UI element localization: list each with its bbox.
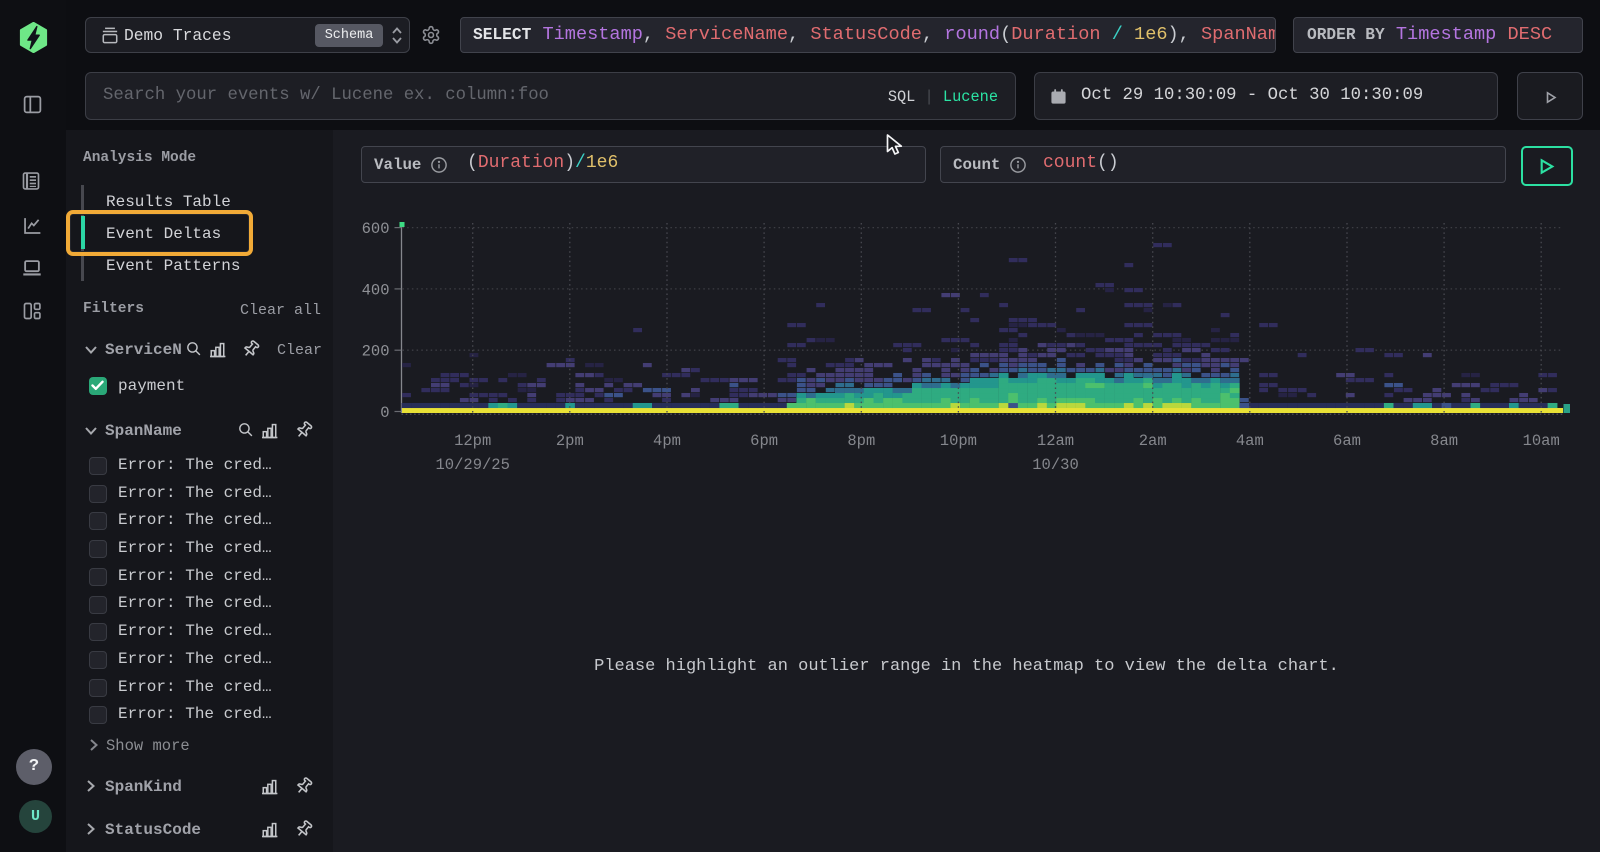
svg-text:2am: 2am — [1139, 432, 1167, 450]
svg-text:6am: 6am — [1333, 432, 1361, 450]
svg-text:10pm: 10pm — [940, 432, 977, 450]
svg-text:12pm: 12pm — [454, 432, 491, 450]
svg-text:12am: 12am — [1037, 432, 1074, 450]
svg-text:8pm: 8pm — [847, 432, 875, 450]
svg-text:400: 400 — [362, 281, 390, 299]
svg-text:4am: 4am — [1236, 432, 1264, 450]
svg-text:10am: 10am — [1523, 432, 1560, 450]
svg-text:2pm: 2pm — [556, 432, 584, 450]
svg-text:6pm: 6pm — [750, 432, 778, 450]
svg-text:8am: 8am — [1430, 432, 1458, 450]
svg-text:4pm: 4pm — [653, 432, 681, 450]
svg-text:10/30: 10/30 — [1032, 456, 1079, 474]
svg-text:10/29/25: 10/29/25 — [435, 456, 509, 474]
svg-text:600: 600 — [362, 220, 390, 238]
svg-text:200: 200 — [362, 343, 390, 361]
svg-text:0: 0 — [380, 404, 389, 422]
